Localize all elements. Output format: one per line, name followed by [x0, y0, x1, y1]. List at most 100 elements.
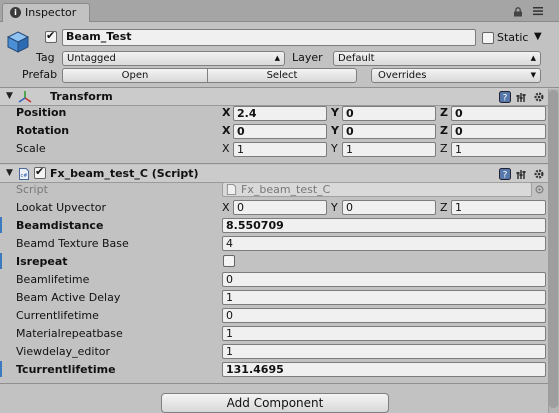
- prefab-label: Prefab: [22, 68, 58, 81]
- beamlifetime-input[interactable]: 0: [222, 272, 546, 287]
- gameobject-name-input[interactable]: Beam_Test: [62, 29, 476, 46]
- z-axis-label[interactable]: Z: [440, 142, 448, 155]
- tab-label: Inspector: [25, 6, 77, 19]
- isrepeat-checkbox[interactable]: [223, 255, 235, 267]
- active-checkbox[interactable]: [45, 29, 57, 43]
- scale-x-input[interactable]: 1: [233, 142, 327, 157]
- beam-active-delay-label: Beam Active Delay: [16, 291, 121, 304]
- object-picker-icon: [535, 185, 544, 194]
- tcurrentlifetime-label: Tcurrentlifetime: [16, 363, 116, 376]
- y-axis-label[interactable]: Y: [331, 106, 339, 119]
- tag-dropdown[interactable]: Untagged ▲: [62, 51, 285, 66]
- y-axis-label[interactable]: Y: [331, 142, 338, 155]
- x-axis-label[interactable]: X: [222, 124, 230, 137]
- beamd-texture-base-input[interactable]: 4: [222, 236, 546, 251]
- materialrepeatbase-label: Materialrepeatbase: [16, 327, 123, 340]
- z-axis-label[interactable]: Z: [440, 201, 448, 214]
- static-dropdown-icon[interactable]: ▼: [534, 31, 542, 42]
- transform-header[interactable]: ▼ Transform ?: [0, 88, 548, 106]
- materialrepeatbase-input[interactable]: 1: [222, 326, 546, 341]
- x-axis-label[interactable]: X: [222, 142, 230, 155]
- script-label: Script: [16, 183, 48, 196]
- script-object-value: Fx_beam_test_C: [241, 183, 331, 196]
- preset-icon[interactable]: [516, 168, 528, 180]
- isrepeat-label: Isrepeat: [16, 255, 68, 268]
- lookat-upvector-label: Lookat Upvector: [16, 201, 107, 214]
- component-enabled-checkbox[interactable]: [34, 165, 46, 179]
- scale-z-input[interactable]: 1: [451, 142, 546, 157]
- layer-value: Default: [338, 53, 375, 64]
- divider: [0, 383, 548, 384]
- override-indicator: [0, 217, 2, 233]
- override-indicator: [0, 253, 2, 269]
- x-axis-label[interactable]: X: [222, 201, 230, 214]
- foldout-arrow-icon[interactable]: ▼: [6, 168, 13, 178]
- script-file-icon: c#: [19, 168, 29, 180]
- tag-value: Untagged: [67, 53, 116, 64]
- currentlifetime-label: Currentlifetime: [16, 309, 99, 322]
- add-component-button[interactable]: Add Component: [161, 393, 389, 413]
- z-axis-label[interactable]: Z: [440, 124, 448, 137]
- lookat-y-input[interactable]: 0: [342, 200, 436, 215]
- help-icon[interactable]: ?: [499, 168, 511, 180]
- static-label: Static: [497, 31, 529, 44]
- override-indicator: [0, 361, 2, 377]
- scale-label: Scale: [16, 142, 46, 155]
- beamd-texture-base-label: Beamd Texture Base: [16, 237, 129, 250]
- x-axis-label[interactable]: X: [222, 106, 230, 119]
- beam-active-delay-input[interactable]: 1: [222, 290, 546, 305]
- beamlifetime-label: Beamlifetime: [16, 273, 90, 286]
- currentlifetime-input[interactable]: 0: [222, 308, 546, 323]
- script-object-field: Fx_beam_test_C: [222, 182, 532, 197]
- prefab-select-button[interactable]: Select: [207, 68, 357, 83]
- updown-arrow-icon: ▲: [274, 54, 280, 62]
- beamdistance-label: Beamdistance: [16, 219, 104, 232]
- scrollbar-thumb[interactable]: [549, 90, 558, 408]
- preset-icon[interactable]: [516, 91, 528, 103]
- z-axis-label[interactable]: Z: [440, 106, 448, 119]
- rotation-x-input[interactable]: 0: [233, 124, 327, 139]
- tab-inspector[interactable]: i Inspector: [2, 3, 90, 22]
- layer-label: Layer: [292, 51, 323, 64]
- menu-icon[interactable]: [532, 5, 544, 17]
- transform-title: Transform: [50, 90, 113, 103]
- gear-icon[interactable]: [533, 168, 545, 180]
- scale-y-input[interactable]: 1: [342, 142, 436, 157]
- foldout-arrow-icon[interactable]: ▼: [6, 91, 13, 101]
- prefab-open-button[interactable]: Open: [62, 68, 208, 83]
- lookat-z-input[interactable]: 1: [451, 200, 546, 215]
- script-file-icon: [226, 184, 237, 195]
- lookat-x-input[interactable]: 0: [233, 200, 327, 215]
- script-component-title: Fx_beam_test_C (Script): [50, 167, 199, 180]
- position-label: Position: [16, 106, 67, 119]
- static-checkbox[interactable]: [482, 32, 494, 44]
- svg-text:?: ?: [503, 171, 508, 181]
- updown-arrow-icon: ▲: [530, 54, 536, 62]
- rotation-z-input[interactable]: 0: [451, 124, 546, 139]
- cube-icon: [6, 31, 30, 53]
- chevron-down-icon: ▼: [530, 71, 536, 79]
- viewdelay-editor-input[interactable]: 1: [222, 344, 546, 359]
- layer-dropdown[interactable]: Default ▲: [333, 51, 541, 66]
- overrides-label: Overrides: [378, 70, 427, 81]
- divider: [0, 163, 559, 164]
- info-icon: i: [10, 7, 21, 18]
- beamdistance-input[interactable]: 8.550709: [222, 218, 546, 233]
- y-axis-label[interactable]: Y: [331, 124, 339, 137]
- viewdelay-editor-label: Viewdelay_editor: [16, 345, 111, 358]
- tcurrentlifetime-input[interactable]: 131.4695: [222, 362, 546, 377]
- transform-axes-icon: [18, 91, 32, 103]
- gear-icon[interactable]: [533, 91, 545, 103]
- position-z-input[interactable]: 0: [451, 106, 546, 121]
- svg-text:?: ?: [503, 94, 508, 104]
- svg-text:c#: c#: [21, 173, 28, 179]
- tag-label: Tag: [36, 51, 55, 64]
- position-y-input[interactable]: 0: [342, 106, 436, 121]
- prefab-overrides-dropdown[interactable]: Overrides ▼: [371, 68, 541, 83]
- lock-icon[interactable]: [513, 7, 523, 17]
- position-x-input[interactable]: 2.4: [233, 106, 327, 121]
- script-component-header[interactable]: ▼ c# Fx_beam_test_C (Script) ?: [0, 165, 548, 183]
- y-axis-label[interactable]: Y: [331, 201, 338, 214]
- rotation-y-input[interactable]: 0: [342, 124, 436, 139]
- help-icon[interactable]: ?: [499, 91, 511, 103]
